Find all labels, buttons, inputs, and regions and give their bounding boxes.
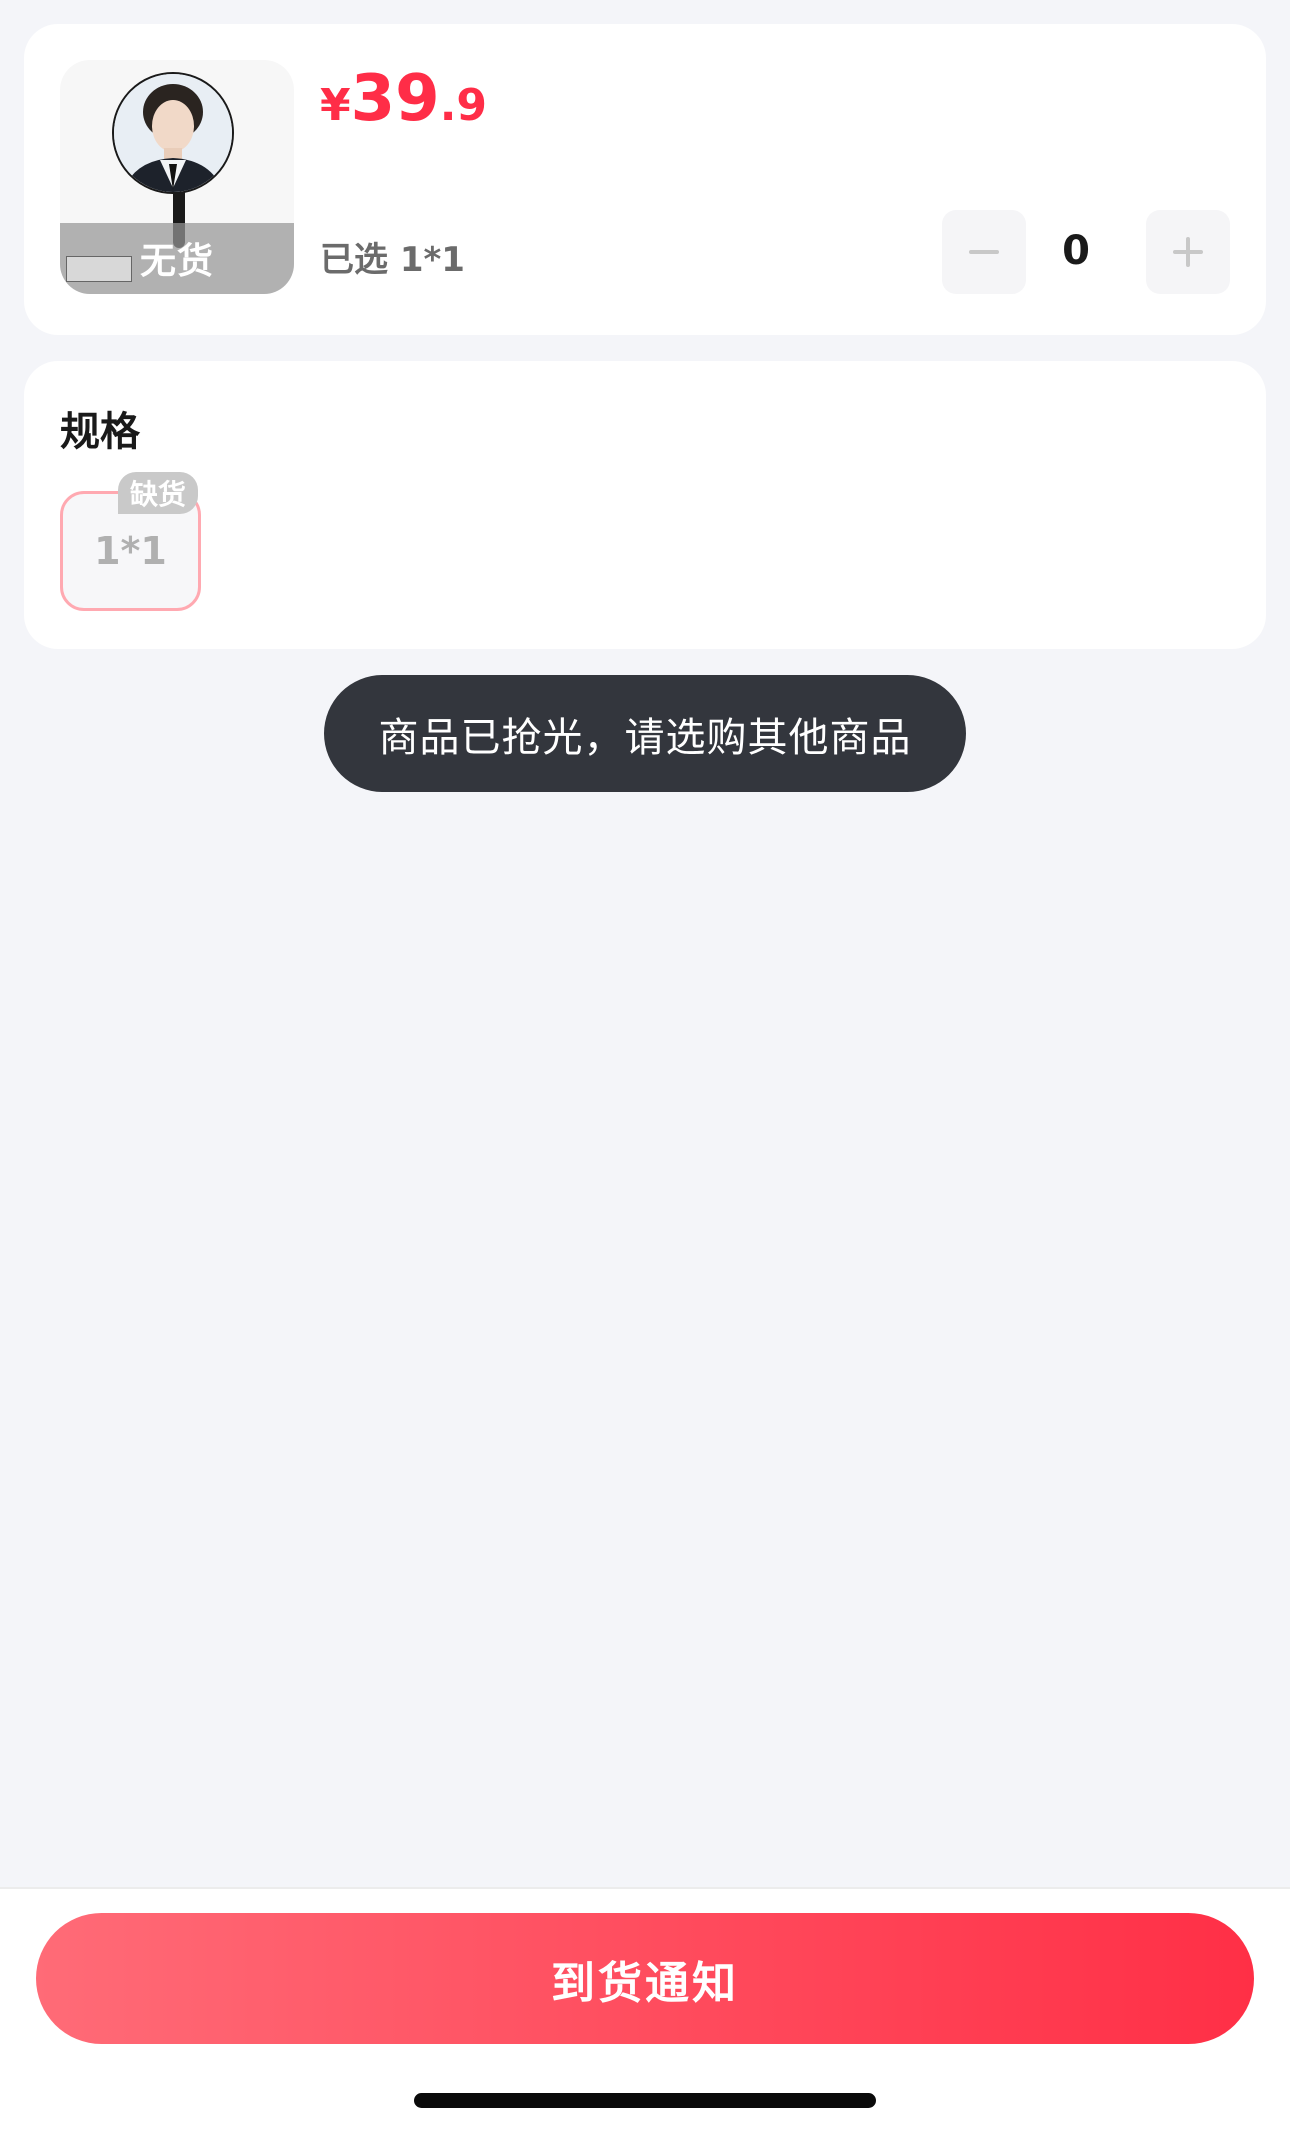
selected-spec-label: 已选 1*1 — [320, 240, 465, 280]
out-of-stock-badge: 缺货 — [118, 472, 199, 514]
plus-icon — [1173, 237, 1203, 267]
decrease-quantity-button[interactable] — [942, 210, 1026, 294]
product-thumbnail[interactable]: 无货 — [60, 60, 294, 294]
product-summary-card: 无货 ¥39.9 已选 1*1 0 — [24, 24, 1266, 335]
toast-message: 商品已抢光，请选购其他商品 — [324, 675, 966, 792]
home-indicator — [414, 2093, 876, 2108]
price-currency: ¥ — [320, 80, 351, 131]
arrival-notify-button[interactable]: 到货通知 — [36, 1913, 1254, 2044]
bottom-action-bar: 到货通知 — [0, 1887, 1290, 2132]
price-integer: 39 — [350, 62, 440, 136]
sold-out-label: 无货 — [139, 241, 214, 282]
quantity-value: 0 — [1062, 228, 1090, 274]
price: ¥39.9 — [320, 62, 487, 136]
spec-card: 规格 1*1 缺货 — [24, 361, 1266, 649]
spec-title: 规格 — [60, 409, 140, 455]
price-decimal: .9 — [439, 80, 488, 131]
increase-quantity-button[interactable] — [1146, 210, 1230, 294]
minus-icon — [969, 250, 999, 254]
